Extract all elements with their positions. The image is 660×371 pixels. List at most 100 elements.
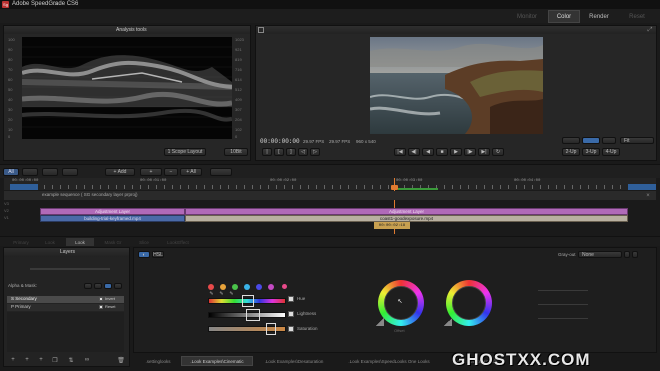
add-mask-icon[interactable]: + bbox=[36, 356, 46, 364]
tab-color[interactable]: Color bbox=[548, 10, 580, 23]
toolbar-btn-1[interactable] bbox=[22, 168, 38, 176]
lightness-checkbox[interactable] bbox=[288, 311, 294, 317]
look-tab-settinglooks[interactable]: .settinglooks bbox=[137, 356, 179, 366]
layers-slider[interactable] bbox=[30, 268, 110, 270]
loop-button[interactable]: ↻ bbox=[492, 148, 504, 156]
scale-label: 20 bbox=[8, 117, 13, 122]
tab-primary[interactable]: Primary bbox=[6, 238, 36, 246]
saturation-slider-thumb[interactable] bbox=[266, 323, 276, 335]
fit-select[interactable]: Fit bbox=[620, 137, 654, 144]
close-sequence-icon[interactable]: × bbox=[644, 191, 652, 200]
gray-out-select[interactable]: None bbox=[578, 251, 622, 258]
transport-btn-e[interactable]: ▷ bbox=[310, 148, 320, 156]
tab-render[interactable]: Render bbox=[582, 11, 616, 22]
monitor-timecode: 00:00:00:00 bbox=[260, 138, 300, 145]
gray-out-btn-b[interactable] bbox=[632, 251, 638, 258]
transport-btn-b[interactable]: [ bbox=[274, 148, 284, 156]
view-4up-button[interactable]: 4-Up bbox=[602, 148, 620, 156]
add-layer-button[interactable]: + bbox=[140, 168, 162, 176]
go-start-button[interactable]: |◀ bbox=[394, 148, 406, 156]
eyedropper-add-icon[interactable]: ✎ bbox=[218, 290, 225, 297]
move-icon[interactable]: ⇅ bbox=[66, 356, 76, 364]
adjustment-clip-left[interactable]: Adjustment Layer bbox=[40, 208, 185, 215]
duplicate-icon[interactable]: ❐ bbox=[50, 356, 60, 364]
tab-mask[interactable]: Mask Gr bbox=[98, 238, 128, 246]
transport-btn-d[interactable]: ◁ bbox=[298, 148, 308, 156]
remove-layer-button[interactable]: − bbox=[164, 168, 178, 176]
saturation-checkbox[interactable] bbox=[288, 326, 294, 332]
all-button[interactable]: All bbox=[3, 168, 19, 176]
view-3up-button[interactable]: 3-Up bbox=[582, 148, 600, 156]
scope-layout-select[interactable]: 1 Scope Layout bbox=[164, 148, 206, 156]
wheel-1-slider[interactable] bbox=[376, 318, 384, 326]
eyedropper-sub-icon[interactable]: ✎ bbox=[228, 290, 235, 297]
add-secondary-icon[interactable]: + bbox=[22, 356, 32, 364]
hue-checkbox[interactable] bbox=[288, 296, 294, 302]
bit-depth-select[interactable]: 10Bit bbox=[224, 148, 248, 156]
play-button[interactable]: ▶ bbox=[450, 148, 462, 156]
look-tab-desaturation[interactable]: .Look Examples\Desaturation bbox=[255, 356, 333, 366]
out-marker[interactable] bbox=[628, 184, 656, 190]
mask-btn-1[interactable] bbox=[84, 283, 92, 289]
swatch-pink[interactable] bbox=[282, 284, 287, 289]
right-slider-3[interactable] bbox=[538, 318, 588, 319]
timeline-ruler[interactable]: 00:00:00:00 00:00:01:00 00:00:02:00 00:0… bbox=[4, 178, 656, 190]
toolbar-btn-2[interactable] bbox=[42, 168, 58, 176]
video-clip-left[interactable]: building-trial-keyframed.mp4 bbox=[40, 215, 185, 222]
transport-btn-a[interactable]: | bbox=[262, 148, 272, 156]
right-slider-1[interactable] bbox=[538, 290, 588, 291]
gray-out-btn-a[interactable] bbox=[624, 251, 630, 258]
add-layer-icon[interactable]: + bbox=[8, 356, 18, 364]
toolbar-btn-3[interactable] bbox=[62, 168, 78, 176]
layer-row-primary[interactable]: P Primary Reset bbox=[7, 304, 124, 311]
add-button[interactable]: + Add bbox=[105, 168, 135, 176]
hue-slider-thumb[interactable] bbox=[242, 295, 254, 307]
look-tab-cinematic[interactable]: .Look Examples\Cinematic bbox=[181, 356, 253, 366]
step-back-button[interactable]: ◀| bbox=[408, 148, 420, 156]
layer-reset-checkbox[interactable] bbox=[99, 305, 103, 309]
expand-icon[interactable]: ⤢ bbox=[646, 26, 654, 34]
transport-btn-c[interactable]: ] bbox=[286, 148, 296, 156]
tab-monitor[interactable]: Monitor bbox=[508, 11, 546, 22]
hsl-toggle-button[interactable]: ◐ bbox=[138, 251, 150, 258]
lightness-slider-thumb[interactable] bbox=[246, 309, 260, 321]
toolbar-btn-4[interactable] bbox=[210, 168, 232, 176]
plus-all-button[interactable]: + All bbox=[180, 168, 202, 176]
in-marker[interactable] bbox=[10, 184, 38, 190]
mask-btn-2[interactable] bbox=[94, 283, 102, 289]
view-mode-button-3[interactable] bbox=[602, 137, 616, 144]
scale-label: 0 bbox=[235, 134, 238, 139]
link-icon[interactable]: ∞ bbox=[82, 356, 92, 364]
mask-btn-4[interactable] bbox=[114, 283, 122, 289]
view-2up-button[interactable]: 2-Up bbox=[562, 148, 580, 156]
layer-row-secondary[interactable]: S Secondary Invert bbox=[7, 296, 124, 303]
tab-look-2[interactable]: Look bbox=[66, 238, 94, 246]
wheel-2-slider[interactable] bbox=[444, 318, 452, 326]
stop-button[interactable]: ■ bbox=[436, 148, 448, 156]
play-reverse-button[interactable]: ◀ bbox=[422, 148, 434, 156]
view-mode-button-1[interactable] bbox=[562, 137, 580, 144]
mask-btn-3[interactable] bbox=[104, 283, 112, 289]
layer-invert-checkbox[interactable] bbox=[99, 297, 103, 301]
tab-look-1[interactable]: Look bbox=[38, 238, 62, 246]
step-forward-button[interactable]: |▶ bbox=[464, 148, 476, 156]
tab-slice[interactable]: Slice bbox=[132, 238, 156, 246]
close-icon[interactable]: × bbox=[52, 0, 60, 8]
right-slider-2[interactable] bbox=[538, 304, 588, 305]
view-mode-button-2[interactable] bbox=[582, 137, 600, 144]
scale-label: 716 bbox=[235, 67, 242, 72]
tab-effect[interactable]: Effect bbox=[168, 238, 198, 246]
go-end-button[interactable]: ▶| bbox=[478, 148, 490, 156]
adjustment-clip-right[interactable]: Adjustment Layer bbox=[185, 208, 628, 215]
swatch-cyan[interactable] bbox=[244, 284, 250, 290]
delete-icon[interactable]: 🗑 bbox=[116, 356, 126, 364]
playhead-handle[interactable] bbox=[391, 185, 398, 190]
swatch-magenta[interactable] bbox=[268, 284, 274, 290]
look-tab-speedlooks[interactable]: .Look Examples\SpeedLooks One Looks bbox=[335, 356, 443, 366]
swatch-blue[interactable] bbox=[256, 284, 262, 290]
eyedropper-icon[interactable]: ✎ bbox=[208, 290, 215, 297]
video-clip-right[interactable]: coast1-goodexposure.mp4 bbox=[185, 215, 628, 222]
tab-reset[interactable]: Reset bbox=[618, 11, 656, 22]
hsl-tab[interactable]: HSL bbox=[152, 251, 164, 258]
color-wheel-2[interactable] bbox=[446, 280, 492, 326]
